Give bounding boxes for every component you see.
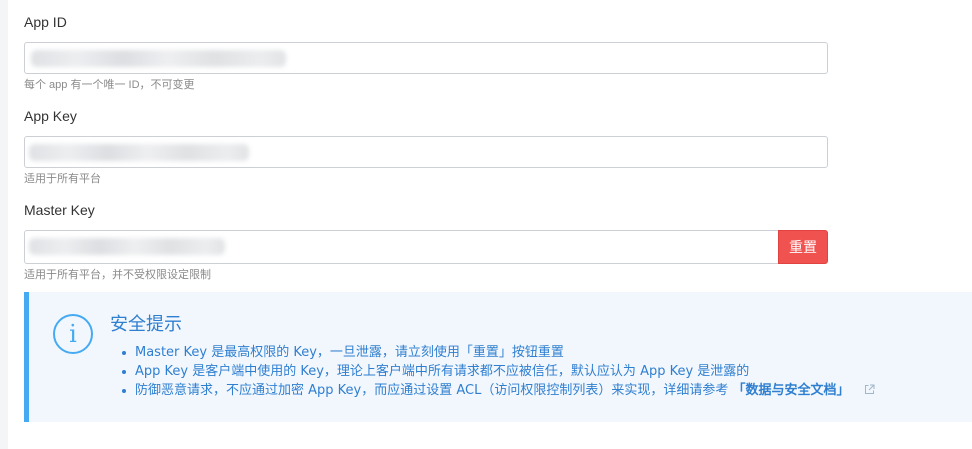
list-item: Master Key 是最高权限的 Key，一旦泄露，请立刻使用「重置」按钮重置 <box>122 343 875 362</box>
list-item: App Key 是客户端中使用的 Key，理论上客户端中所有请求都不应被信任，默… <box>122 362 875 381</box>
redacted-value <box>29 144 249 161</box>
security-docs-link[interactable]: 「数据与安全文档」 <box>733 383 850 398</box>
left-edge-divider <box>0 0 8 449</box>
notice-item-text: Master Key 是最高权限的 Key，一旦泄露，请立刻使用「重置」按钮重置 <box>135 345 564 360</box>
security-notice: i 安全提示 Master Key 是最高权限的 Key，一旦泄露，请立刻使用「… <box>24 292 972 422</box>
list-item: 防御恶意请求，不应通过加密 App Key，而应通过设置 ACL（访问权限控制列… <box>122 381 875 401</box>
app-id-help: 每个 app 有一个唯一 ID，不可变更 <box>24 79 195 91</box>
master-key-input[interactable] <box>24 230 778 264</box>
app-id-input[interactable] <box>24 42 828 74</box>
app-id-label: App ID <box>24 14 67 30</box>
master-key-label: Master Key <box>24 202 95 218</box>
app-key-label: App Key <box>24 108 77 124</box>
notice-item-text: App Key 是客户端中使用的 Key，理论上客户端中所有请求都不应被信任，默… <box>135 364 750 379</box>
notice-item-text: 防御恶意请求，不应通过加密 App Key，而应通过设置 ACL（访问权限控制列… <box>135 383 729 398</box>
app-id-field: App ID 每个 app 有一个唯一 ID，不可变更 <box>24 14 828 92</box>
master-key-field: Master Key 重置 适用于所有平台，并不受权限设定限制 <box>24 202 828 282</box>
app-key-help: 适用于所有平台 <box>24 173 101 185</box>
external-link-icon[interactable] <box>864 382 875 401</box>
app-key-field: App Key 适用于所有平台 <box>24 108 828 186</box>
notice-title: 安全提示 <box>110 314 182 335</box>
redacted-value <box>29 238 225 255</box>
app-key-input[interactable] <box>24 136 828 168</box>
master-key-input-group: 重置 <box>24 230 828 264</box>
reset-master-key-button[interactable]: 重置 <box>778 230 828 264</box>
info-icon: i <box>53 314 93 354</box>
notice-list: Master Key 是最高权限的 Key，一旦泄露，请立刻使用「重置」按钮重置… <box>122 343 875 401</box>
redacted-value <box>31 50 286 67</box>
master-key-help: 适用于所有平台，并不受权限设定限制 <box>24 269 211 281</box>
